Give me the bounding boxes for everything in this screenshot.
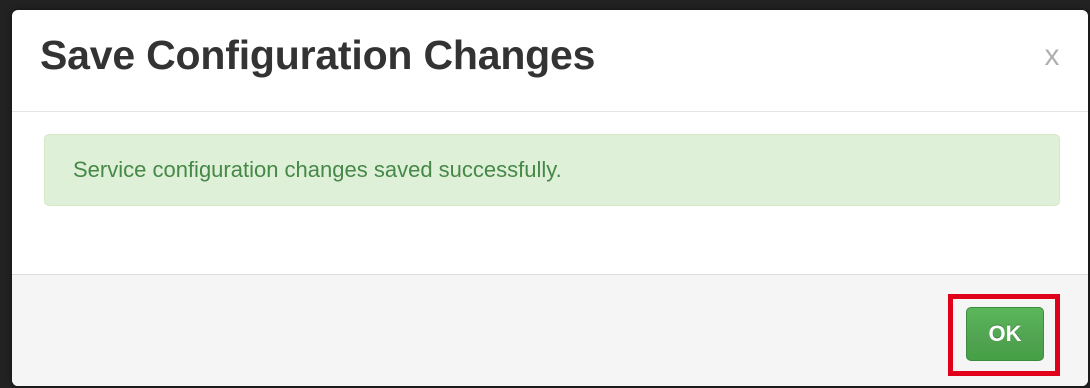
- close-button[interactable]: x: [1036, 38, 1068, 74]
- save-config-dialog: Save Configuration Changes x Service con…: [12, 10, 1088, 386]
- ok-button[interactable]: OK: [966, 307, 1044, 361]
- dialog-body: Service configuration changes saved succ…: [12, 112, 1088, 274]
- dialog-footer: OK: [12, 274, 1088, 386]
- dialog-header: Save Configuration Changes x: [12, 10, 1088, 112]
- dialog-title: Save Configuration Changes: [40, 32, 596, 78]
- success-alert: Service configuration changes saved succ…: [44, 134, 1060, 206]
